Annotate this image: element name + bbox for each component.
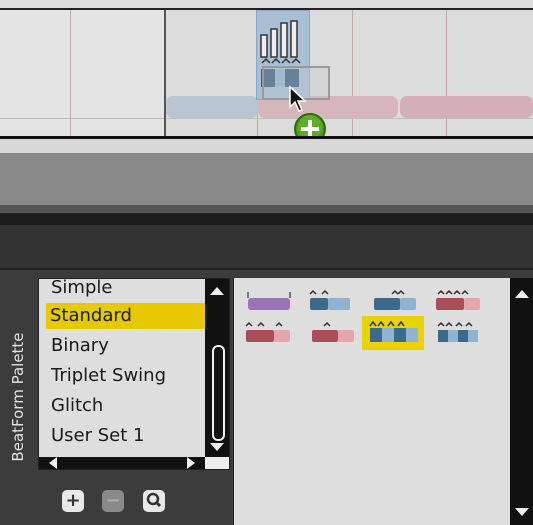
list-item[interactable]: User Set 1 (47, 423, 206, 449)
beatform-grid[interactable] (233, 278, 533, 525)
panel-divider[interactable] (0, 205, 533, 213)
scroll-up-arrow-icon[interactable] (515, 290, 529, 298)
timeline-footer-strip (0, 139, 533, 153)
beatform-tile[interactable] (310, 318, 360, 348)
beat-segment[interactable] (166, 96, 258, 118)
beatform-tile-selected[interactable] (362, 316, 424, 350)
beat-segment[interactable] (400, 96, 533, 118)
list-vertical-scrollbar[interactable] (205, 279, 229, 457)
panel-divider-dark (0, 213, 533, 225)
grid-vertical-scrollbar[interactable] (510, 278, 533, 525)
scrollbar-corner (205, 457, 229, 469)
beatform-icon (245, 321, 290, 342)
beatform-set-list[interactable]: Simple Standard Binary Triplet Swing Gli… (38, 278, 230, 470)
beatform-tile[interactable] (434, 318, 484, 348)
scroll-down-arrow-icon[interactable] (210, 443, 224, 451)
beat-gridline (352, 10, 353, 153)
list-item[interactable]: Glitch (47, 393, 206, 419)
scroll-up-arrow-icon[interactable] (210, 287, 224, 295)
list-item[interactable]: Binary (47, 333, 206, 359)
arrangement-timeline[interactable] (0, 0, 533, 153)
beat-gridline (70, 10, 71, 153)
mouse-pointer-icon (289, 85, 307, 112)
beatform-tile[interactable] (372, 286, 422, 316)
beatform-icon (437, 321, 478, 342)
bar-gridline (164, 10, 166, 153)
beatform-icon (374, 289, 416, 310)
beatform-icon (309, 289, 350, 310)
list-item[interactable]: Triplet Swing (47, 363, 206, 389)
scroll-left-arrow-icon[interactable] (49, 457, 57, 469)
beatform-icon (369, 320, 418, 342)
beatform-tile[interactable] (306, 286, 356, 316)
beatform-icon (247, 292, 291, 310)
beatform-tile[interactable] (244, 286, 294, 316)
empty-dark-panel (0, 225, 533, 268)
beatform-palette: BeatForm Palette Simple Standard Binary … (0, 270, 533, 525)
list-horizontal-scrollbar[interactable] (39, 457, 205, 469)
scroll-right-arrow-icon[interactable] (187, 457, 195, 469)
beatform-tile[interactable] (434, 286, 484, 316)
remove-set-button[interactable]: − (102, 490, 124, 512)
beatform-tile[interactable] (244, 318, 294, 348)
palette-title: BeatForm Palette (9, 332, 27, 462)
list-item-selected[interactable]: Standard (46, 303, 206, 329)
magnifier-icon (146, 492, 162, 508)
list-item[interactable]: Simple (47, 279, 206, 301)
beatform-icon (436, 289, 480, 310)
beatform-icon (312, 321, 354, 342)
empty-track-area (0, 153, 533, 205)
add-set-button[interactable]: + (62, 490, 84, 512)
timeline-guide-line (0, 118, 533, 119)
zoom-button[interactable] (143, 490, 165, 512)
beat-gridline (446, 10, 447, 153)
scrollbar-thumb[interactable] (212, 345, 225, 441)
scroll-down-arrow-icon[interactable] (515, 508, 529, 516)
